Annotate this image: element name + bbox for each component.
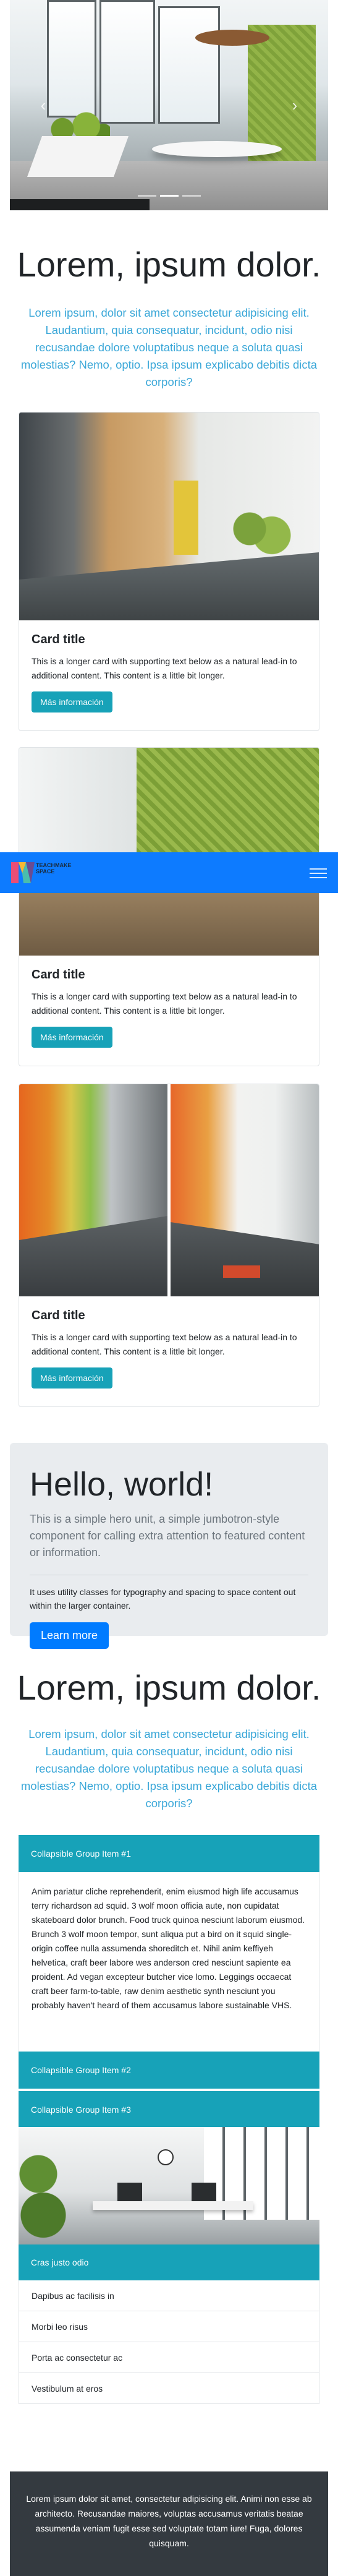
card-image [19,748,319,956]
section-lead: Lorem ipsum, dolor sit amet consectetur … [20,306,318,388]
footer: Lorem ipsum dolor sit amet, consectetur … [10,2471,328,2576]
card-text: This is a longer card with supporting te… [32,656,297,680]
navbar-toggler-button[interactable] [310,865,327,879]
list-item[interactable]: Porta ac consectetur ac [19,2342,319,2373]
navbar: TEACHMAKE SPACE [0,852,338,893]
card-title: Card title [32,968,85,982]
list-group-header[interactable]: Cras justo odio [19,2244,319,2280]
list-item[interactable]: Dapibus ac facilisis in [19,2280,319,2311]
carousel-next-button[interactable]: › [282,93,307,118]
card-text: This is a longer card with supporting te… [32,991,297,1016]
footer-text: Lorem ipsum dolor sit amet, consectetur … [26,2494,312,2548]
brand-name-line: SPACE [36,868,55,875]
more-info-button[interactable]: Más información [32,1367,112,1389]
list-item[interactable]: Vestibulum at eros [19,2373,319,2404]
learn-more-button[interactable]: Learn more [30,1622,109,1649]
jumbotron-title: Hello, world! [30,1466,214,1503]
office-window [158,6,220,124]
card-image [19,1084,319,1296]
chevron-left-icon: ‹ [40,96,46,114]
jumbotron-lead: This is a simple hero unit, a simple jum… [30,1513,305,1559]
brand-name: TEACHMAKE SPACE [36,862,72,875]
brand-logo[interactable] [10,860,37,886]
jumbotron: Hello, world! This is a simple hero unit… [10,1443,328,1649]
card-text: This is a longer card with supporting te… [32,1332,297,1356]
carousel-indicator[interactable] [137,195,156,197]
more-info-button[interactable]: Más información [32,1027,112,1048]
section-title: Lorem, ipsum dolor. [17,245,321,284]
carousel-indicator[interactable] [182,195,201,197]
meeting-table [152,141,282,157]
carousel-prev-button[interactable]: ‹ [31,93,56,118]
section-title: Lorem, ipsum dolor. [17,1668,321,1707]
planter [27,136,129,177]
card: Card title This is a longer card with su… [19,1084,319,1407]
office-image [19,2127,319,2244]
accordion-header-3[interactable]: Collapsible Group Item #3 [19,2090,319,2127]
office-window [99,0,155,124]
list-item[interactable]: Morbi leo risus [19,2311,319,2342]
carousel-indicator[interactable] [159,195,179,197]
carousel-indicators [10,195,328,197]
chevron-right-icon: › [292,96,298,114]
card-title: Card title [32,1309,85,1322]
image-shadow [10,199,150,210]
card-title: Card title [32,633,85,646]
accordion-header-1[interactable]: Collapsible Group Item #1 [19,1835,319,1872]
card-image [19,413,319,620]
more-info-button[interactable]: Más información [32,691,112,712]
brand-logo-icon [11,862,35,883]
section-lead: Lorem ipsum, dolor sit amet consectetur … [20,1727,318,1810]
card: Card title This is a longer card with su… [19,412,319,731]
accordion-body-1: Anim pariatur cliche reprehenderit, enim… [19,1872,319,2052]
brand-name-line: TEACHMAKE [36,862,72,868]
card: Card title This is a longer card with su… [19,747,319,1066]
accordion-header-2[interactable]: Collapsible Group Item #2 [19,2052,319,2089]
hero-carousel: ‹ › [10,0,328,210]
pendant-lamp [195,30,269,46]
jumbotron-text: It uses utility classes for typography a… [30,1587,296,1611]
hamburger-menu-icon [310,868,327,878]
